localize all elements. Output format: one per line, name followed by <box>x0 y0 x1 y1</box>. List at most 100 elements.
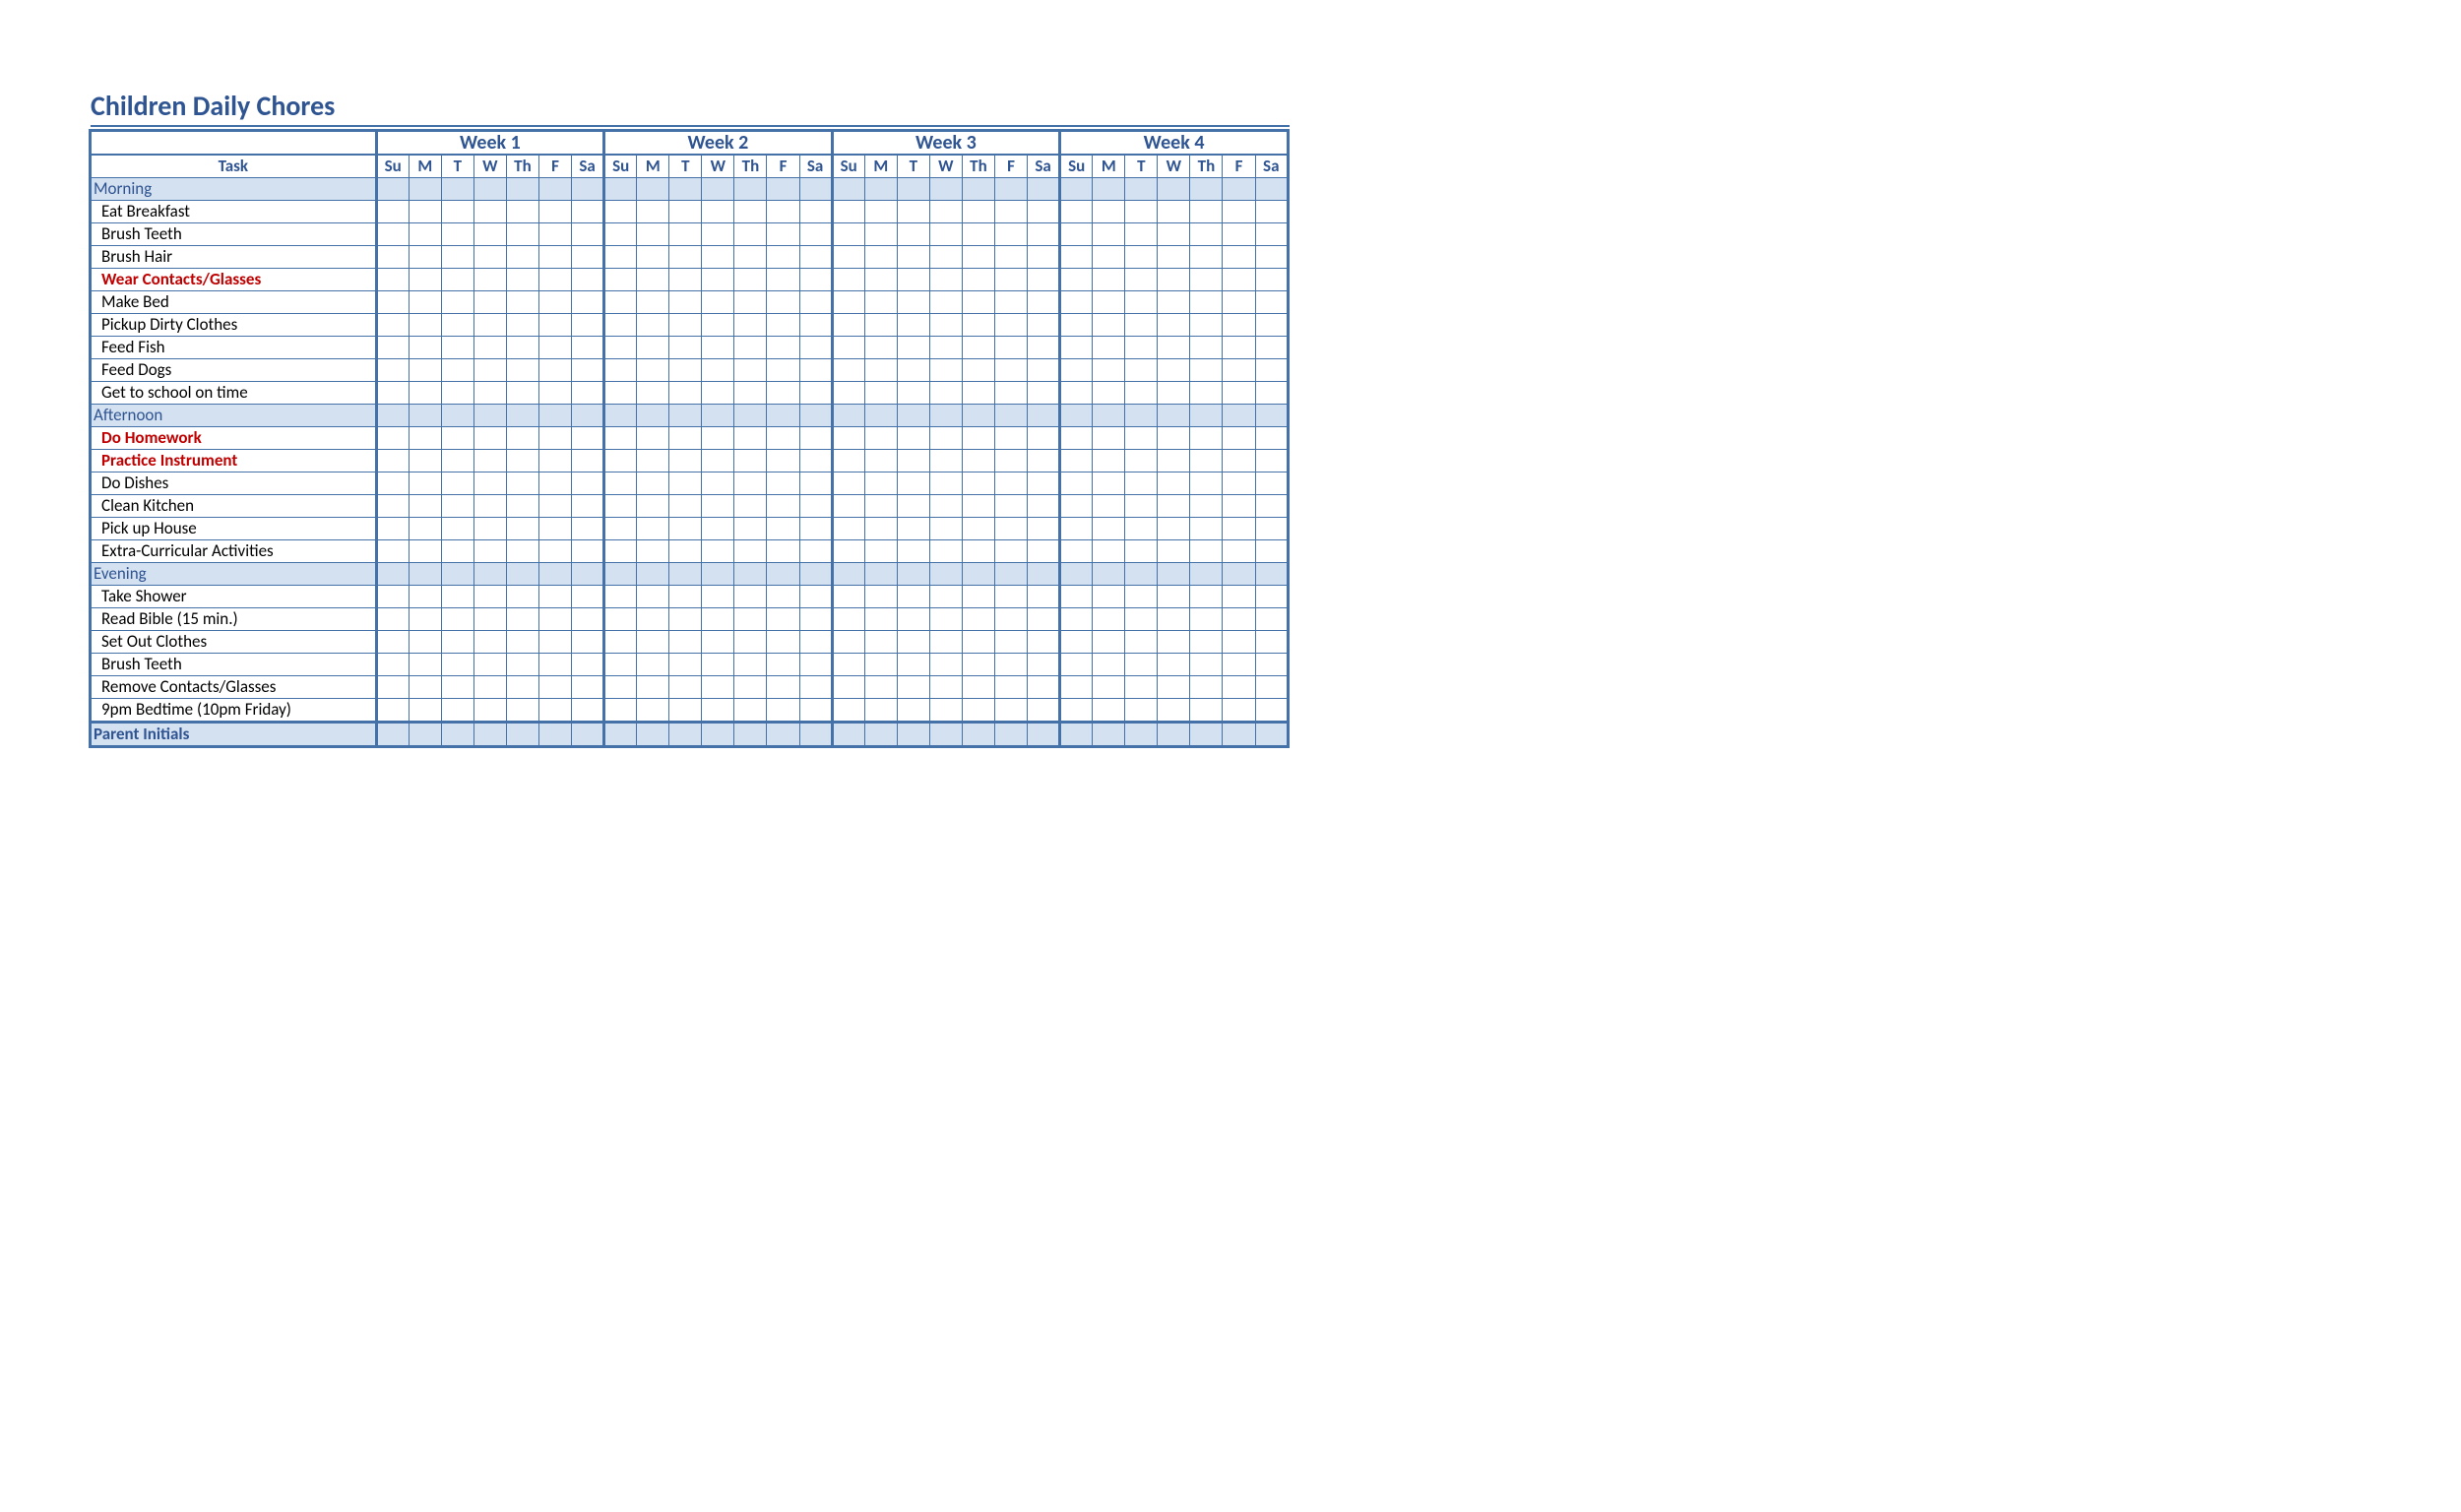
checkbox-cell[interactable] <box>538 201 571 223</box>
checkbox-cell[interactable] <box>1158 631 1190 654</box>
checkbox-cell[interactable] <box>1158 495 1190 518</box>
checkbox-cell[interactable] <box>506 246 538 269</box>
checkbox-cell[interactable] <box>994 608 1027 631</box>
checkbox-cell[interactable] <box>799 699 832 723</box>
checkbox-cell[interactable] <box>409 201 441 223</box>
checkbox-cell[interactable] <box>409 269 441 291</box>
checkbox-cell[interactable] <box>994 246 1027 269</box>
checkbox-cell[interactable] <box>1223 495 1255 518</box>
checkbox-cell[interactable] <box>929 450 962 472</box>
checkbox-cell[interactable] <box>1060 654 1093 676</box>
checkbox-cell[interactable] <box>1190 291 1223 314</box>
checkbox-cell[interactable] <box>1190 586 1223 608</box>
checkbox-cell[interactable] <box>506 540 538 563</box>
checkbox-cell[interactable] <box>734 201 767 223</box>
checkbox-cell[interactable] <box>441 540 473 563</box>
checkbox-cell[interactable] <box>994 472 1027 495</box>
checkbox-cell[interactable] <box>832 314 864 337</box>
checkbox-cell[interactable] <box>1158 540 1190 563</box>
checkbox-cell[interactable] <box>864 699 897 723</box>
checkbox-cell[interactable] <box>473 223 506 246</box>
initials-cell[interactable] <box>1223 723 1255 747</box>
checkbox-cell[interactable] <box>1190 699 1223 723</box>
initials-cell[interactable] <box>994 723 1027 747</box>
checkbox-cell[interactable] <box>506 382 538 405</box>
checkbox-cell[interactable] <box>572 654 604 676</box>
checkbox-cell[interactable] <box>832 518 864 540</box>
checkbox-cell[interactable] <box>864 586 897 608</box>
checkbox-cell[interactable] <box>604 314 637 337</box>
checkbox-cell[interactable] <box>864 608 897 631</box>
checkbox-cell[interactable] <box>1255 540 1288 563</box>
checkbox-cell[interactable] <box>538 269 571 291</box>
checkbox-cell[interactable] <box>409 223 441 246</box>
checkbox-cell[interactable] <box>409 382 441 405</box>
checkbox-cell[interactable] <box>572 631 604 654</box>
initials-cell[interactable] <box>376 723 409 747</box>
checkbox-cell[interactable] <box>799 269 832 291</box>
checkbox-cell[interactable] <box>962 201 994 223</box>
checkbox-cell[interactable] <box>1093 382 1125 405</box>
checkbox-cell[interactable] <box>962 631 994 654</box>
checkbox-cell[interactable] <box>799 540 832 563</box>
checkbox-cell[interactable] <box>637 495 669 518</box>
checkbox-cell[interactable] <box>409 518 441 540</box>
checkbox-cell[interactable] <box>441 450 473 472</box>
checkbox-cell[interactable] <box>538 654 571 676</box>
checkbox-cell[interactable] <box>994 518 1027 540</box>
checkbox-cell[interactable] <box>897 201 929 223</box>
checkbox-cell[interactable] <box>1158 291 1190 314</box>
checkbox-cell[interactable] <box>1223 540 1255 563</box>
checkbox-cell[interactable] <box>506 427 538 450</box>
checkbox-cell[interactable] <box>637 269 669 291</box>
checkbox-cell[interactable] <box>1125 540 1158 563</box>
checkbox-cell[interactable] <box>473 608 506 631</box>
checkbox-cell[interactable] <box>897 676 929 699</box>
checkbox-cell[interactable] <box>832 269 864 291</box>
checkbox-cell[interactable] <box>1223 314 1255 337</box>
initials-cell[interactable] <box>1028 723 1060 747</box>
checkbox-cell[interactable] <box>538 495 571 518</box>
checkbox-cell[interactable] <box>441 314 473 337</box>
checkbox-cell[interactable] <box>994 359 1027 382</box>
checkbox-cell[interactable] <box>1158 427 1190 450</box>
checkbox-cell[interactable] <box>1255 654 1288 676</box>
checkbox-cell[interactable] <box>506 699 538 723</box>
checkbox-cell[interactable] <box>409 495 441 518</box>
checkbox-cell[interactable] <box>572 676 604 699</box>
checkbox-cell[interactable] <box>1223 676 1255 699</box>
checkbox-cell[interactable] <box>864 246 897 269</box>
checkbox-cell[interactable] <box>538 223 571 246</box>
checkbox-cell[interactable] <box>669 608 702 631</box>
initials-cell[interactable] <box>1093 723 1125 747</box>
checkbox-cell[interactable] <box>1060 269 1093 291</box>
checkbox-cell[interactable] <box>702 472 734 495</box>
checkbox-cell[interactable] <box>1223 608 1255 631</box>
checkbox-cell[interactable] <box>702 337 734 359</box>
checkbox-cell[interactable] <box>1060 427 1093 450</box>
checkbox-cell[interactable] <box>994 337 1027 359</box>
checkbox-cell[interactable] <box>1125 472 1158 495</box>
checkbox-cell[interactable] <box>734 608 767 631</box>
checkbox-cell[interactable] <box>409 337 441 359</box>
checkbox-cell[interactable] <box>897 608 929 631</box>
checkbox-cell[interactable] <box>994 540 1027 563</box>
checkbox-cell[interactable] <box>441 337 473 359</box>
checkbox-cell[interactable] <box>702 676 734 699</box>
checkbox-cell[interactable] <box>538 676 571 699</box>
checkbox-cell[interactable] <box>506 359 538 382</box>
checkbox-cell[interactable] <box>1223 450 1255 472</box>
checkbox-cell[interactable] <box>441 427 473 450</box>
checkbox-cell[interactable] <box>962 699 994 723</box>
checkbox-cell[interactable] <box>929 495 962 518</box>
checkbox-cell[interactable] <box>767 631 799 654</box>
checkbox-cell[interactable] <box>929 586 962 608</box>
checkbox-cell[interactable] <box>1255 223 1288 246</box>
checkbox-cell[interactable] <box>962 450 994 472</box>
checkbox-cell[interactable] <box>702 382 734 405</box>
checkbox-cell[interactable] <box>767 495 799 518</box>
checkbox-cell[interactable] <box>473 337 506 359</box>
checkbox-cell[interactable] <box>604 608 637 631</box>
checkbox-cell[interactable] <box>637 450 669 472</box>
checkbox-cell[interactable] <box>1028 586 1060 608</box>
